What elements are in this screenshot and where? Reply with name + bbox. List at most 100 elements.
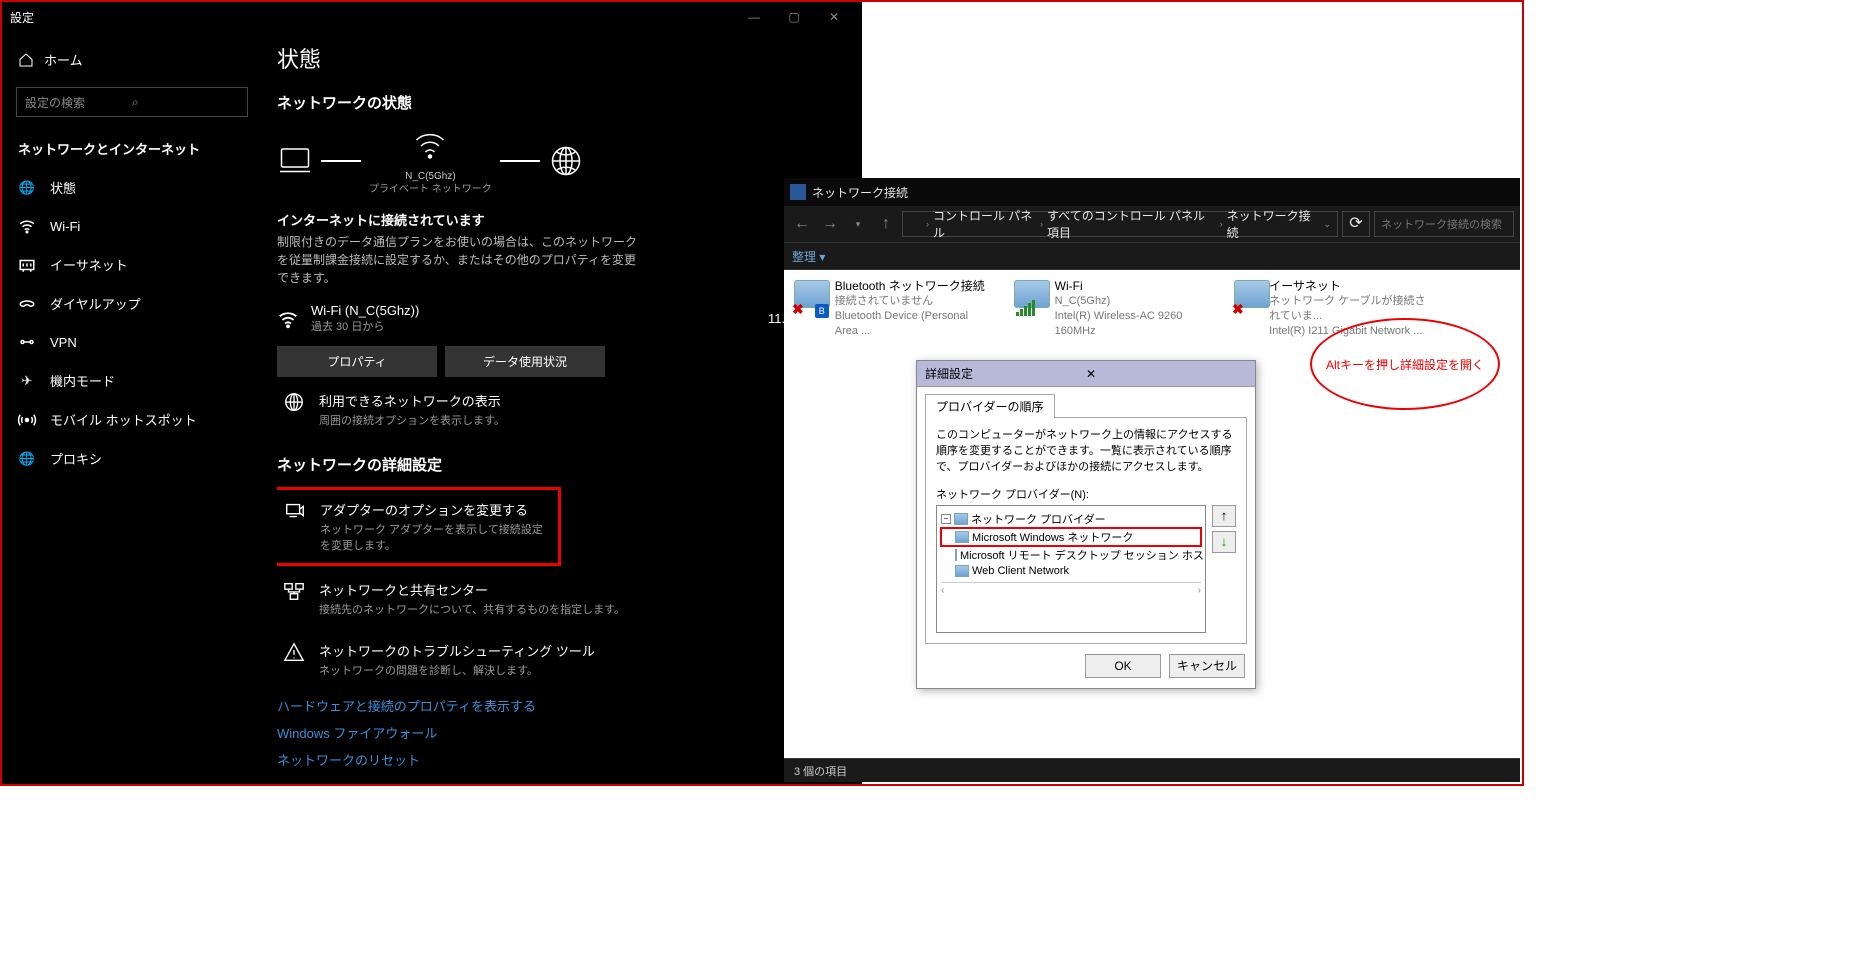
explorer-statusbar: 3 個の項目	[784, 758, 1520, 782]
settings-main: 状態 ネットワークの状態 N_C(5Ghz) プライベート ネットワーク インタ…	[277, 32, 862, 784]
maximize-button[interactable]: ▢	[774, 10, 814, 24]
chevron-icon: ›	[926, 219, 929, 229]
organize-button[interactable]: 整理 ▾	[792, 248, 825, 265]
home-link[interactable]: ホーム	[2, 40, 262, 79]
diagram-line	[321, 160, 361, 162]
adv-settings-header: ネットワークの詳細設定	[277, 454, 862, 475]
hw-props-link[interactable]: ハードウェアと接続のプロパティを表示する	[277, 696, 862, 715]
tree-root-label: ネットワーク プロバイダー	[971, 511, 1106, 527]
diagram-label: N_C(5Ghz) プライベート ネットワーク	[369, 170, 492, 196]
address-bar[interactable]: › コントロール パネル › すべてのコントロール パネル項目 › ネットワーク…	[902, 211, 1338, 237]
ethernet-icon	[18, 256, 36, 274]
cancel-button[interactable]: キャンセル	[1169, 654, 1245, 678]
change-adapter-options[interactable]: アダプターのオプションを変更する ネットワーク アダプターを表示して接続設定を変…	[277, 487, 561, 566]
wifi-usage-row: Wi-Fi (N_C(5Ghz)) 過去 30 日から 11.86 GB	[277, 303, 862, 334]
vpn-icon	[18, 333, 36, 351]
diagram-ssid: N_C(5Ghz)	[369, 170, 492, 183]
nav-airplane[interactable]: ✈ 機内モード	[2, 361, 262, 400]
explorer-search-input[interactable]: ネットワーク接続の検索	[1374, 211, 1514, 237]
tree-node-label: Microsoft リモート デスクトップ セッション ホスト サーバー ネ	[960, 547, 1206, 563]
move-down-button[interactable]: ↓	[1212, 531, 1236, 553]
settings-titlebar: 設定 — ▢ ✕	[2, 2, 862, 32]
adapter-title: アダプターのオプションを変更する	[320, 500, 548, 519]
annotation-ellipse: Altキーを押し詳細設定を開く	[1310, 318, 1500, 410]
providers-label: ネットワーク プロバイダー(N):	[936, 486, 1236, 502]
tree-node-ms-windows[interactable]: Microsoft Windows ネットワーク	[941, 528, 1201, 546]
network-troubleshooter[interactable]: ネットワークのトラブルシューティング ツール ネットワークの問題を診断し、解決し…	[277, 631, 862, 688]
chevron-down-icon[interactable]: ⌄	[1323, 219, 1331, 230]
nav-status[interactable]: 🌐 状態	[2, 168, 262, 207]
adapter-wifi[interactable]: Wi-Fi N_C(5Ghz) Intel(R) Wireless-AC 926…	[1012, 278, 1212, 339]
minimize-button[interactable]: —	[734, 10, 774, 24]
nav-proxy[interactable]: 🌐 プロキシ	[2, 439, 262, 478]
nav-vpn[interactable]: VPN	[2, 323, 262, 361]
firewall-link[interactable]: Windows ファイアウォール	[277, 723, 862, 742]
nav-proxy-label: プロキシ	[50, 449, 102, 468]
explorer-toolbar: 整理 ▾	[784, 242, 1520, 270]
nav-dialup-label: ダイヤルアップ	[50, 294, 141, 313]
tree-node-webclient[interactable]: Web Client Network	[941, 564, 1201, 578]
network-sharing-center[interactable]: ネットワークと共有センター 接続先のネットワークについて、共有するものを指定しま…	[277, 570, 862, 627]
bluetooth-adapter-icon: ✖B	[792, 278, 829, 318]
dialog-titlebar[interactable]: 詳細設定 ✕	[917, 361, 1255, 387]
tree-node-rdp[interactable]: Microsoft リモート デスクトップ セッション ホスト サーバー ネ	[941, 546, 1201, 564]
nav-dialup[interactable]: ダイヤルアップ	[2, 284, 262, 323]
nav-vpn-label: VPN	[50, 335, 77, 350]
refresh-button[interactable]: ⟳	[1342, 211, 1370, 237]
properties-button[interactable]: プロパティ	[277, 346, 437, 377]
dialog-close-button[interactable]: ✕	[1082, 367, 1247, 381]
move-up-button[interactable]: ↑	[1212, 505, 1236, 527]
breadcrumb[interactable]: すべてのコントロール パネル項目	[1047, 207, 1216, 241]
nav-hotspot[interactable]: モバイル ホットスポット	[2, 400, 262, 439]
forward-button[interactable]: →	[818, 215, 842, 233]
settings-title: 設定	[10, 9, 734, 26]
tree-node-label: Web Client Network	[972, 565, 1069, 577]
page-heading: 状態	[277, 42, 862, 74]
breadcrumb[interactable]: ネットワーク接続	[1227, 207, 1316, 241]
tree-scrollbar[interactable]: ‹›	[941, 582, 1201, 598]
adapter-name: Wi-Fi	[1055, 278, 1212, 294]
tab-provider-order[interactable]: プロバイダーの順序	[925, 394, 1055, 418]
home-icon	[18, 52, 34, 68]
airplane-icon: ✈	[18, 372, 36, 390]
nav-airplane-label: 機内モード	[50, 371, 115, 390]
sharing-desc: 接続先のネットワークについて、共有するものを指定します。	[319, 601, 625, 617]
history-dropdown[interactable]: ▾	[846, 219, 870, 230]
network-diagram: N_C(5Ghz) プライベート ネットワーク	[277, 125, 862, 196]
dialog-body: このコンピューターがネットワーク上の情報にアクセスする順序を変更することができま…	[925, 417, 1247, 644]
up-button[interactable]: ↑	[874, 215, 898, 233]
data-usage-button[interactable]: データ使用状況	[445, 346, 605, 377]
warning-icon	[283, 641, 305, 663]
back-button[interactable]: ←	[790, 215, 814, 233]
pc-icon	[277, 143, 313, 179]
search-input[interactable]: 設定の検索 ⌕	[16, 87, 248, 117]
close-button[interactable]: ✕	[814, 10, 854, 24]
collapse-icon[interactable]: −	[941, 514, 951, 524]
adapter-name: イーサネット	[1269, 278, 1432, 294]
breadcrumb[interactable]: コントロール パネル	[933, 207, 1036, 241]
chevron-icon: ›	[1040, 219, 1043, 229]
hotspot-icon	[18, 411, 36, 429]
nav-wifi[interactable]: Wi-Fi	[2, 207, 262, 245]
adapter-icon	[284, 500, 306, 522]
advanced-settings-dialog: 詳細設定 ✕ プロバイダーの順序 このコンピューターがネットワーク上の情報にアク…	[916, 360, 1256, 689]
show-available-networks[interactable]: 利用できるネットワークの表示 周囲の接続オプションを表示します。	[277, 381, 862, 438]
nav-ethernet[interactable]: イーサネット	[2, 245, 262, 284]
ok-button[interactable]: OK	[1085, 654, 1161, 678]
explorer-search-placeholder: ネットワーク接続の検索	[1381, 216, 1502, 232]
adapter-name: Bluetooth ネットワーク接続	[835, 278, 992, 294]
network-reset-link[interactable]: ネットワークのリセット	[277, 750, 862, 769]
tree-root[interactable]: − ネットワーク プロバイダー	[941, 510, 1201, 528]
nav-status-label: 状態	[50, 178, 76, 197]
search-placeholder: 設定の検索	[25, 94, 132, 111]
chevron-icon: ›	[1220, 219, 1223, 229]
nav-wifi-label: Wi-Fi	[50, 219, 80, 234]
providers-tree[interactable]: − ネットワーク プロバイダー Microsoft Windows ネットワーク…	[936, 505, 1206, 633]
category-header: ネットワークとインターネット	[2, 125, 262, 168]
annotation-text: Altキーを押し詳細設定を開く	[1326, 356, 1484, 373]
adapter-bluetooth[interactable]: ✖B Bluetooth ネットワーク接続 接続されていません Bluetoot…	[792, 278, 992, 339]
wifi-ssid-line: Wi-Fi (N_C(5Ghz))	[311, 303, 756, 318]
connected-message: インターネットに接続されています	[277, 210, 862, 229]
diagram-line	[500, 160, 540, 162]
network-icon	[955, 531, 969, 543]
